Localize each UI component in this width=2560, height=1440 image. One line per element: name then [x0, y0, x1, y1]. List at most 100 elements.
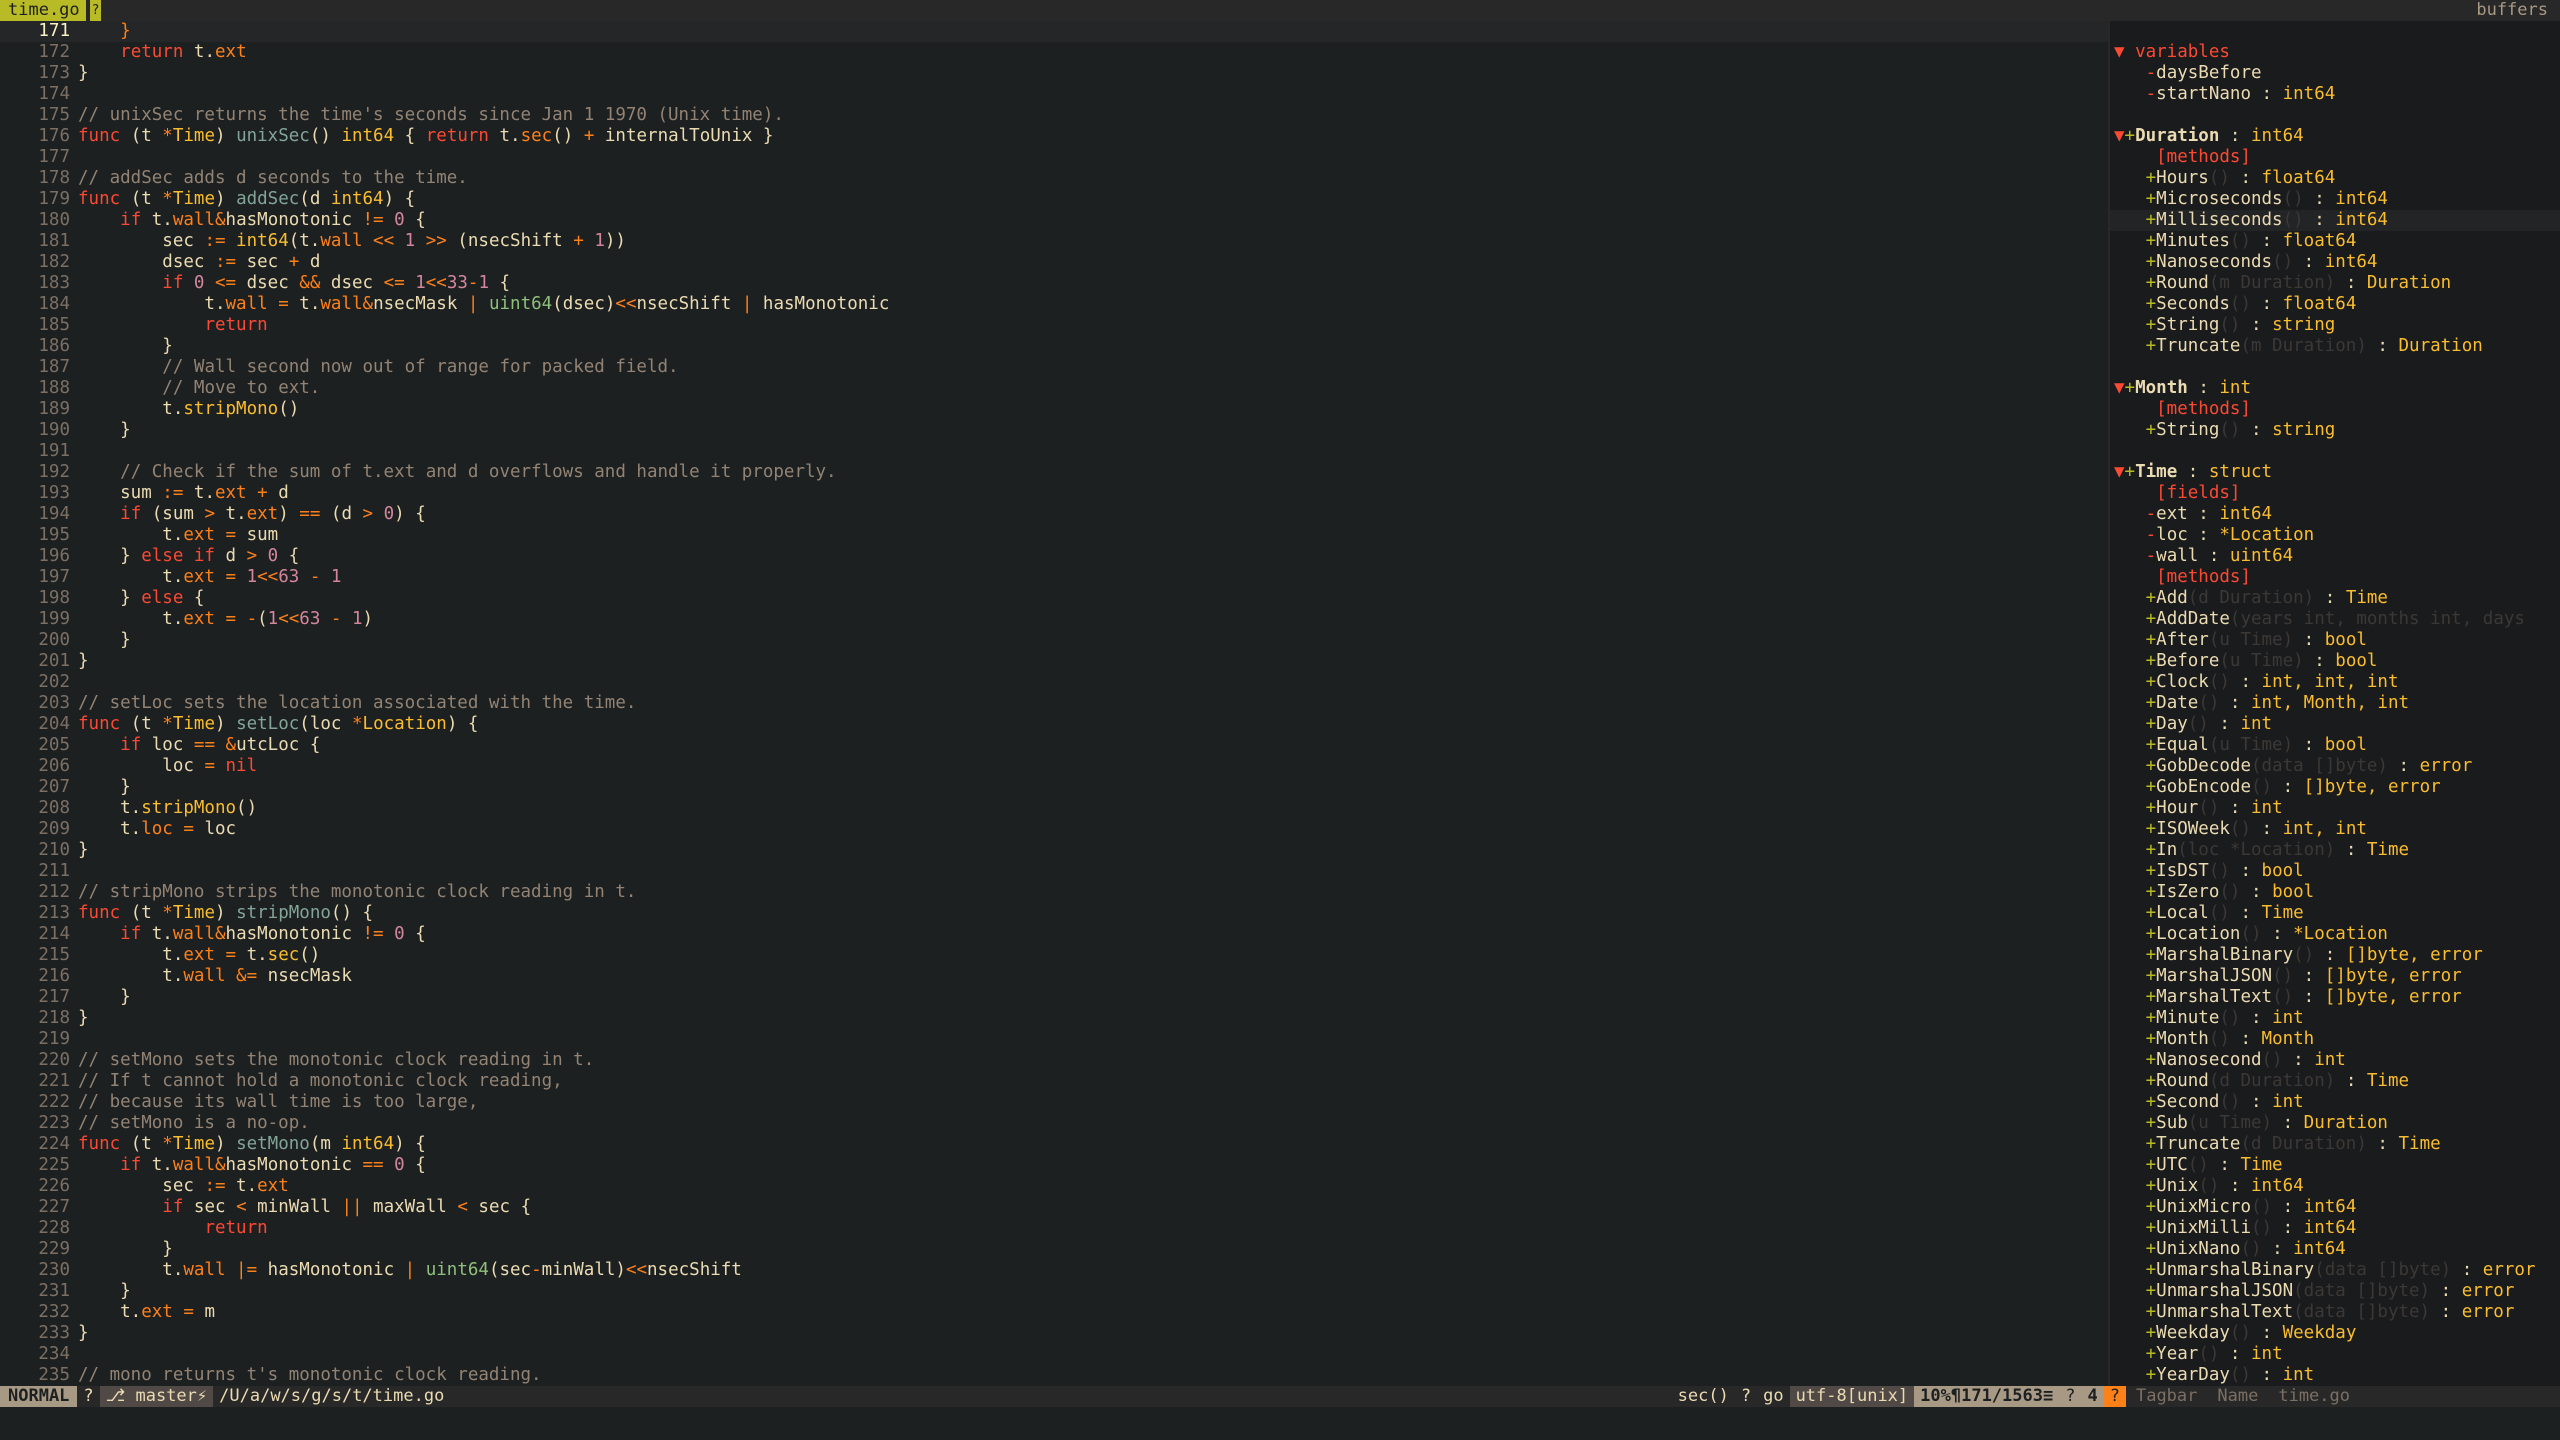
- tagbar-item[interactable]: +Local() : Time: [2110, 903, 2560, 924]
- tagbar-item[interactable]: +GobDecode(data []byte) : error: [2110, 756, 2560, 777]
- tagbar-item[interactable]: -startNano : int64: [2110, 84, 2560, 105]
- tagbar-item[interactable]: +Round(d Duration) : Time: [2110, 1071, 2560, 1092]
- code-line[interactable]: 197 t.ext = 1<<63 - 1: [0, 567, 2108, 588]
- tagbar-item[interactable]: +MarshalJSON() : []byte, error: [2110, 966, 2560, 987]
- tagbar-item[interactable]: [2110, 441, 2560, 462]
- code-line[interactable]: 185 return: [0, 315, 2108, 336]
- code-line[interactable]: 219: [0, 1029, 2108, 1050]
- code-line[interactable]: 206 loc = nil: [0, 756, 2108, 777]
- code-line[interactable]: 209 t.loc = loc: [0, 819, 2108, 840]
- tagbar-item[interactable]: +GobEncode() : []byte, error: [2110, 777, 2560, 798]
- code-line[interactable]: 196 } else if d > 0 {: [0, 546, 2108, 567]
- tagbar-item[interactable]: +Weekday() : Weekday: [2110, 1323, 2560, 1344]
- code-line[interactable]: 179 func (t *Time) addSec(d int64) {: [0, 189, 2108, 210]
- code-line[interactable]: 221 // If t cannot hold a monotonic clock…: [0, 1071, 2108, 1092]
- tagbar-item[interactable]: [methods]: [2110, 567, 2560, 588]
- tagbar-item[interactable]: -wall : uint64: [2110, 546, 2560, 567]
- code-line[interactable]: 202: [0, 672, 2108, 693]
- tagbar-item[interactable]: +Hours() : float64: [2110, 168, 2560, 189]
- tagbar-item[interactable]: ▼+Time : struct: [2110, 462, 2560, 483]
- tagbar-item[interactable]: +Month() : Month: [2110, 1029, 2560, 1050]
- code-line[interactable]: 201}: [0, 651, 2108, 672]
- tagbar-item[interactable]: +Minutes() : float64: [2110, 231, 2560, 252]
- tagbar-item[interactable]: +Second() : int: [2110, 1092, 2560, 1113]
- tagbar-item[interactable]: +Microseconds() : int64: [2110, 189, 2560, 210]
- tagbar-item[interactable]: +After(u Time) : bool: [2110, 630, 2560, 651]
- code-line[interactable]: 172 return t.ext: [0, 42, 2108, 63]
- code-line[interactable]: 194 if (sum > t.ext) == (d > 0) {: [0, 504, 2108, 525]
- code-line[interactable]: 173}: [0, 63, 2108, 84]
- code-line[interactable]: 175 // unixSec returns the time's seconds…: [0, 105, 2108, 126]
- tagbar-item[interactable]: +String() : string: [2110, 420, 2560, 441]
- code-line[interactable]: 232 t.ext = m: [0, 1302, 2108, 1323]
- tagbar-item[interactable]: +UnmarshalJSON(data []byte) : error: [2110, 1281, 2560, 1302]
- code-line[interactable]: 218}: [0, 1008, 2108, 1029]
- code-line[interactable]: 176 func (t *Time) unixSec() int64 { retu…: [0, 126, 2108, 147]
- code-line[interactable]: 186 }: [0, 336, 2108, 357]
- code-line[interactable]: 205 if loc == &utcLoc {: [0, 735, 2108, 756]
- command-line[interactable]: [0, 1407, 2560, 1440]
- tagbar-item[interactable]: ▼+Month : int: [2110, 378, 2560, 399]
- tagbar-item[interactable]: +Round(m Duration) : Duration: [2110, 273, 2560, 294]
- tagbar-item[interactable]: [methods]: [2110, 399, 2560, 420]
- tagbar-item[interactable]: +Sub(u Time) : Duration: [2110, 1113, 2560, 1134]
- code-line[interactable]: 226 sec := t.ext: [0, 1176, 2108, 1197]
- tagbar-item[interactable]: +Unix() : int64: [2110, 1176, 2560, 1197]
- code-line[interactable]: 183 if 0 <= dsec && dsec <= 1<<33-1 {: [0, 273, 2108, 294]
- tagbar-item[interactable]: +UnmarshalText(data []byte) : error: [2110, 1302, 2560, 1323]
- code-line[interactable]: 214 if t.wall&hasMonotonic != 0 {: [0, 924, 2108, 945]
- code-line[interactable]: 227 if sec < minWall || maxWall < sec {: [0, 1197, 2108, 1218]
- code-line[interactable]: 228 return: [0, 1218, 2108, 1239]
- tagbar-item[interactable]: [methods]: [2110, 147, 2560, 168]
- tagbar-item[interactable]: +AddDate(years int, months int, days: [2110, 609, 2560, 630]
- tagbar-item[interactable]: +ISOWeek() : int, int: [2110, 819, 2560, 840]
- code-line[interactable]: 177: [0, 147, 2108, 168]
- tagbar-item[interactable]: +Hour() : int: [2110, 798, 2560, 819]
- code-line[interactable]: 181 sec := int64(t.wall << 1 >> (nsecShi…: [0, 231, 2108, 252]
- tagbar-item[interactable]: +UnixNano() : int64: [2110, 1239, 2560, 1260]
- tagbar-item[interactable]: [2110, 105, 2560, 126]
- tagbar-item[interactable]: +Minute() : int: [2110, 1008, 2560, 1029]
- tagbar-item[interactable]: +Location() : *Location: [2110, 924, 2560, 945]
- tagbar-item[interactable]: +UTC() : Time: [2110, 1155, 2560, 1176]
- tagbar-item[interactable]: +Nanoseconds() : int64: [2110, 252, 2560, 273]
- code-line[interactable]: 210}: [0, 840, 2108, 861]
- code-line[interactable]: 235 // mono returns t's monotonic clock r…: [0, 1365, 2108, 1386]
- code-line[interactable]: 200 }: [0, 630, 2108, 651]
- tagbar-item[interactable]: +Before(u Time) : bool: [2110, 651, 2560, 672]
- code-line[interactable]: 171 }: [0, 21, 2108, 42]
- tagbar-item[interactable]: +IsDST() : bool: [2110, 861, 2560, 882]
- code-line[interactable]: 230 t.wall |= hasMonotonic | uint64(sec-…: [0, 1260, 2108, 1281]
- code-line[interactable]: 192 // Check if the sum of t.ext and d o…: [0, 462, 2108, 483]
- tagbar-item[interactable]: +Year() : int: [2110, 1344, 2560, 1365]
- tagbar-item[interactable]: -loc : *Location: [2110, 525, 2560, 546]
- code-line[interactable]: 180 if t.wall&hasMonotonic != 0 {: [0, 210, 2108, 231]
- tagbar-item[interactable]: [2110, 357, 2560, 378]
- tagbar-item[interactable]: +Milliseconds() : int64: [2110, 210, 2560, 231]
- code-editor[interactable]: 171 } 172 return t.ext 173} 174 175// unixSe…: [0, 21, 2108, 1386]
- code-line[interactable]: 178 // addSec adds d seconds to the time.: [0, 168, 2108, 189]
- code-line[interactable]: 223 // setMono is a no-op.: [0, 1113, 2108, 1134]
- tagbar-item[interactable]: +String() : string: [2110, 315, 2560, 336]
- code-line[interactable]: 204 func (t *Time) setLoc(loc *Location) …: [0, 714, 2108, 735]
- tagbar-item[interactable]: +UnmarshalBinary(data []byte) : error: [2110, 1260, 2560, 1281]
- tagbar-item[interactable]: +MarshalBinary() : []byte, error: [2110, 945, 2560, 966]
- tagbar-item[interactable]: +Seconds() : float64: [2110, 294, 2560, 315]
- code-line[interactable]: 231 }: [0, 1281, 2108, 1302]
- buffers-label[interactable]: buffers: [2472, 0, 2552, 21]
- tagbar-item[interactable]: +Day() : int: [2110, 714, 2560, 735]
- code-line[interactable]: 199 t.ext = -(1<<63 - 1): [0, 609, 2108, 630]
- code-line[interactable]: 216 t.wall &= nsecMask: [0, 966, 2108, 987]
- tagbar-item[interactable]: +YearDay() : int: [2110, 1365, 2560, 1386]
- code-line[interactable]: 207 }: [0, 777, 2108, 798]
- tagbar-item[interactable]: +In(loc *Location) : Time: [2110, 840, 2560, 861]
- code-line[interactable]: 220 // setMono sets the monotonic clock r…: [0, 1050, 2108, 1071]
- code-line[interactable]: 211: [0, 861, 2108, 882]
- tagbar-item[interactable]: +IsZero() : bool: [2110, 882, 2560, 903]
- tagbar-item[interactable]: +Clock() : int, int, int: [2110, 672, 2560, 693]
- code-line[interactable]: 174: [0, 84, 2108, 105]
- code-line[interactable]: 217 }: [0, 987, 2108, 1008]
- code-line[interactable]: 189 t.stripMono(): [0, 399, 2108, 420]
- tagbar-item[interactable]: +UnixMilli() : int64: [2110, 1218, 2560, 1239]
- code-line[interactable]: 198 } else {: [0, 588, 2108, 609]
